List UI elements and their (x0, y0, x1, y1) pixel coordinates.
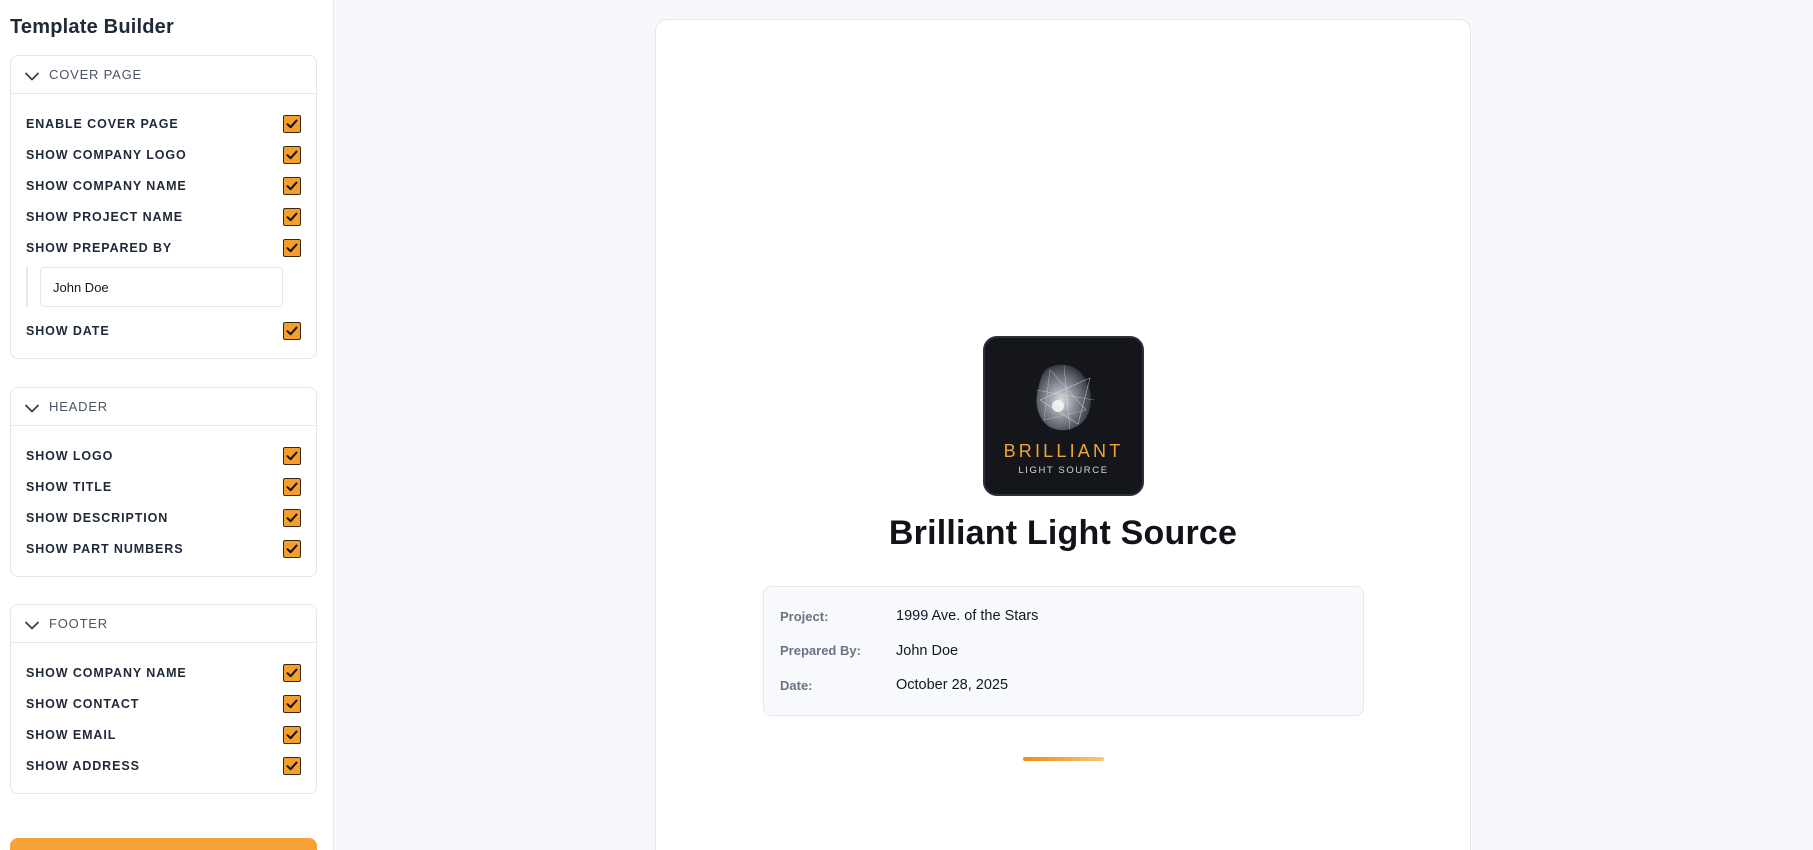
option-show-part-numbers: SHOW PART NUMBERS (26, 533, 302, 564)
section-cover-page: COVER PAGE ENABLE COVER PAGE SHOW COMPAN… (10, 55, 317, 359)
option-show-description: SHOW DESCRIPTION (26, 502, 302, 533)
show-part-numbers-checkbox[interactable] (283, 539, 301, 558)
section-cover-page-toggle[interactable]: COVER PAGE (11, 56, 316, 94)
section-footer: FOOTER SHOW COMPANY NAME SHOW CONTACT SH… (10, 604, 317, 794)
prepared-by-field-group (26, 267, 302, 307)
option-enable-cover-page: ENABLE COVER PAGE (26, 108, 302, 139)
option-label: SHOW COMPANY LOGO (26, 147, 187, 162)
option-label: SHOW DATE (26, 323, 110, 338)
template-builder-sidebar: Template Builder COVER PAGE ENABLE COVER… (0, 0, 334, 850)
option-show-company-name: SHOW COMPANY NAME (26, 170, 302, 201)
option-label: SHOW COMPANY NAME (26, 665, 187, 680)
enable-cover-page-checkbox[interactable] (283, 114, 301, 133)
prepared-by-input[interactable] (40, 267, 283, 307)
section-header: HEADER SHOW LOGO SHOW TITLE SHOW DESCRIP… (10, 387, 317, 577)
project-info-box: Project: 1999 Ave. of the Stars Prepared… (763, 586, 1364, 716)
company-logo: BRILLIANT LIGHT SOURCE (983, 336, 1144, 496)
section-title: COVER PAGE (49, 67, 143, 82)
check-icon (286, 243, 298, 252)
show-prepared-by-checkbox[interactable] (283, 238, 301, 257)
info-row-project: Project: 1999 Ave. of the Stars (764, 599, 1363, 634)
check-icon (286, 668, 298, 677)
check-icon (286, 451, 298, 460)
section-header-toggle[interactable]: HEADER (11, 388, 316, 426)
option-show-title: SHOW TITLE (26, 471, 302, 502)
option-show-project-name: SHOW PROJECT NAME (26, 201, 302, 232)
option-label: SHOW DESCRIPTION (26, 510, 169, 525)
section-title: HEADER (49, 399, 108, 414)
section-footer-toggle[interactable]: FOOTER (11, 605, 316, 643)
option-label: SHOW PART NUMBERS (26, 541, 184, 556)
show-date-checkbox[interactable] (283, 321, 301, 340)
option-show-email: SHOW EMAIL (26, 719, 302, 750)
show-logo-checkbox[interactable] (283, 446, 301, 465)
info-label: Prepared By: (780, 643, 861, 659)
check-icon (286, 212, 298, 221)
info-value: 1999 Ave. of the Stars (896, 608, 1039, 625)
info-label: Project: (780, 608, 829, 624)
option-label: SHOW EMAIL (26, 727, 117, 742)
show-project-name-checkbox[interactable] (283, 207, 301, 226)
option-show-prepared-by: SHOW PREPARED BY (26, 232, 302, 263)
accent-divider (1023, 757, 1104, 761)
logo-mark (1035, 364, 1095, 431)
sidebar-title: Template Builder (10, 16, 174, 38)
section-title: FOOTER (49, 616, 108, 631)
show-contact-checkbox[interactable] (283, 694, 301, 713)
logo-wordmark: BRILLIANT (1003, 441, 1124, 461)
check-icon (286, 513, 298, 522)
footer-show-company-name-checkbox[interactable] (283, 663, 301, 682)
check-icon (286, 761, 298, 770)
show-title-checkbox[interactable] (283, 477, 301, 496)
show-address-checkbox[interactable] (283, 756, 301, 775)
check-icon (286, 482, 298, 491)
option-label: ENABLE COVER PAGE (26, 116, 179, 131)
option-show-address: SHOW ADDRESS (26, 750, 302, 781)
option-label: SHOW COMPANY NAME (26, 178, 187, 193)
company-name-title: Brilliant Light Source (888, 514, 1238, 552)
info-label: Date: (780, 677, 813, 693)
check-icon (286, 730, 298, 739)
option-label: SHOW LOGO (26, 448, 114, 463)
show-company-name-checkbox[interactable] (283, 176, 301, 195)
option-label: SHOW TITLE (26, 479, 113, 494)
option-label: SHOW PROJECT NAME (26, 209, 183, 224)
option-label: SHOW PREPARED BY (26, 240, 173, 255)
check-icon (286, 119, 298, 128)
check-icon (286, 150, 298, 159)
option-show-contact: SHOW CONTACT (26, 688, 302, 719)
chevron-down-icon (23, 616, 41, 634)
option-show-date: SHOW DATE (26, 315, 302, 346)
info-value: October 28, 2025 (896, 677, 1009, 694)
check-icon (286, 699, 298, 708)
info-value: John Doe (896, 642, 959, 659)
option-show-logo: SHOW LOGO (26, 440, 302, 471)
show-company-logo-checkbox[interactable] (283, 145, 301, 164)
option-show-company-logo: SHOW COMPANY LOGO (26, 139, 302, 170)
option-label: SHOW CONTACT (26, 696, 140, 711)
check-icon (286, 181, 298, 190)
option-label: SHOW ADDRESS (26, 758, 140, 773)
check-icon (286, 544, 298, 553)
option-footer-show-company-name: SHOW COMPANY NAME (26, 657, 302, 688)
cover-page-preview: BRILLIANT LIGHT SOURCE Brilliant Light S… (655, 19, 1471, 850)
show-description-checkbox[interactable] (283, 508, 301, 527)
show-email-checkbox[interactable] (283, 725, 301, 744)
chevron-down-icon (23, 399, 41, 417)
check-icon (286, 326, 298, 335)
info-row-prepared-by: Prepared By: John Doe (764, 634, 1363, 669)
logo-subtitle: LIGHT SOURCE (1018, 465, 1109, 476)
chevron-down-icon (23, 67, 41, 85)
sidebar-action-button[interactable] (10, 838, 317, 850)
info-row-date: Date: October 28, 2025 (764, 668, 1363, 703)
